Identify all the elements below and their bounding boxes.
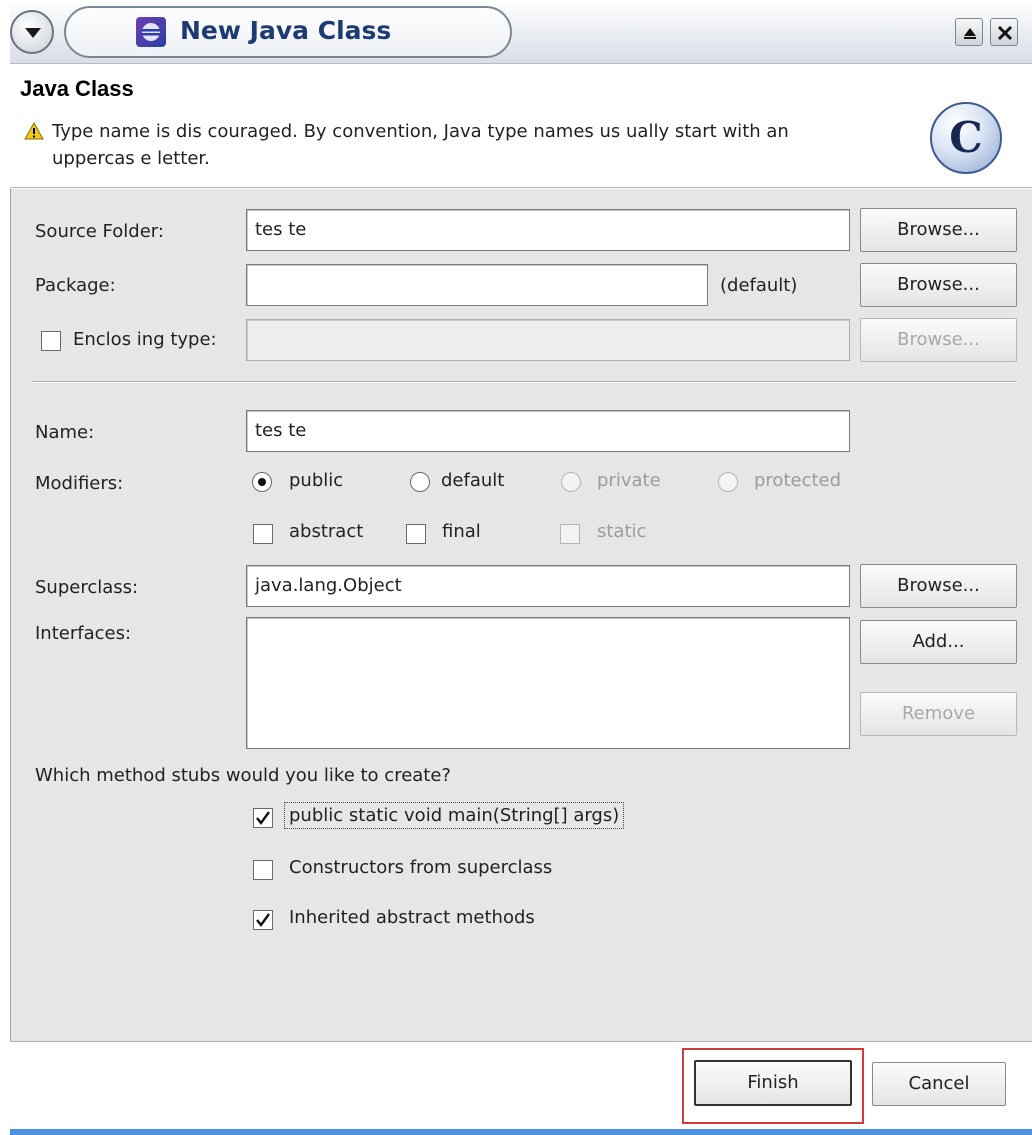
maximize-icon (964, 28, 976, 39)
modifier-public-radio[interactable] (252, 472, 272, 492)
enclosing-type-label: Enclos ing type: (73, 329, 217, 350)
java-class-icon: C (930, 102, 1002, 174)
checkmark-icon (256, 811, 270, 825)
modifier-default-label: default (441, 470, 505, 491)
source-folder-input[interactable]: tes te (246, 209, 850, 251)
abstract-label: abstract (289, 521, 364, 542)
modifier-private-radio (561, 472, 581, 492)
modifier-public-label: public (289, 470, 344, 491)
checkmark-icon (256, 913, 270, 927)
close-button[interactable] (990, 18, 1018, 46)
static-checkbox (560, 524, 580, 544)
superclass-label: Superclass: (35, 577, 139, 598)
enclosing-type-checkbox[interactable] (41, 331, 61, 351)
modifiers-label: Modifiers: (35, 473, 124, 494)
chevron-down-icon (25, 28, 41, 38)
section-divider (32, 381, 1017, 383)
superclass-browse-button[interactable]: Browse... (860, 564, 1017, 608)
package-default-note: (default) (720, 275, 798, 296)
modifier-private-label: private (597, 470, 661, 491)
final-checkbox[interactable] (406, 524, 426, 544)
close-icon (997, 25, 1013, 41)
modifier-protected-radio (718, 472, 738, 492)
warning-icon (24, 122, 44, 140)
source-folder-browse-button[interactable]: Browse... (860, 208, 1017, 252)
stub-constructors-checkbox[interactable] (253, 860, 273, 880)
warning-line-2: uppercas e letter. (52, 148, 210, 169)
interfaces-label: Interfaces: (35, 623, 132, 644)
method-stubs-question: Which method stubs would you like to cre… (35, 765, 451, 786)
package-browse-button[interactable]: Browse... (860, 263, 1017, 307)
warning-message: Type name is dis couraged. By convention… (52, 118, 902, 172)
static-label: static (597, 521, 647, 542)
enclosing-type-input (246, 319, 850, 361)
interfaces-list[interactable] (246, 617, 850, 749)
interfaces-remove-button: Remove (860, 692, 1017, 736)
modifier-protected-label: protected (754, 470, 842, 491)
source-folder-label: Source Folder: (35, 221, 164, 242)
name-input[interactable]: tes te (246, 410, 850, 452)
enclosing-type-browse-button: Browse... (860, 318, 1017, 362)
stub-constructors-label: Constructors from superclass (289, 857, 553, 878)
dialog-heading: Java Class (20, 76, 134, 101)
footer-divider (10, 1041, 1032, 1043)
abstract-checkbox[interactable] (253, 524, 273, 544)
stub-main-checkbox[interactable] (253, 808, 273, 828)
window-bottom-edge (10, 1129, 1032, 1135)
interfaces-add-button[interactable]: Add... (860, 620, 1017, 664)
stub-inherited-checkbox[interactable] (253, 910, 273, 930)
maximize-button[interactable] (955, 18, 983, 46)
window-menu-button[interactable] (10, 10, 54, 54)
finish-button[interactable]: Finish (694, 1060, 852, 1106)
superclass-input[interactable]: java.lang.Object (246, 565, 850, 607)
window-title: New Java Class (180, 16, 392, 45)
final-label: final (442, 521, 481, 542)
cancel-button[interactable]: Cancel (872, 1062, 1006, 1106)
stub-inherited-label: Inherited abstract methods (289, 907, 535, 928)
name-label: Name: (35, 422, 95, 443)
warning-line-1: Type name is dis couraged. By convention… (52, 121, 789, 142)
package-input[interactable] (246, 264, 708, 306)
modifier-default-radio[interactable] (410, 472, 430, 492)
package-label: Package: (35, 275, 116, 296)
eclipse-app-icon (136, 17, 166, 47)
stub-main-label: public static void main(String[] args) (284, 802, 625, 829)
